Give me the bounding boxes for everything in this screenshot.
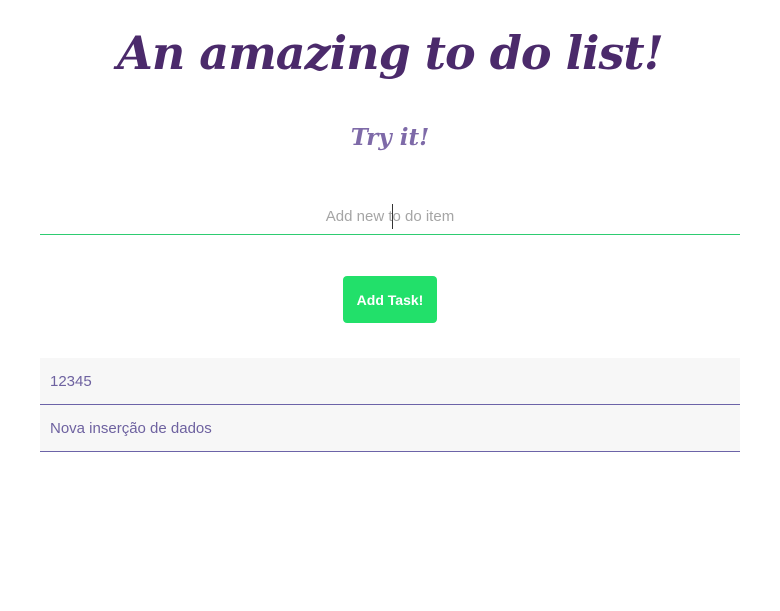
task-list: 12345 Nova inserção de dados: [40, 358, 740, 452]
todo-app: An amazing to do list! Try it! Add Task!…: [0, 0, 780, 611]
text-cursor: [392, 204, 393, 229]
page-title: An amazing to do list!: [117, 26, 664, 80]
page-subtitle: Try it!: [350, 124, 430, 151]
new-task-input[interactable]: [40, 198, 740, 235]
task-label: 12345: [50, 372, 92, 390]
task-list-item[interactable]: Nova inserção de dados: [40, 405, 740, 452]
task-label: Nova inserção de dados: [50, 419, 212, 437]
task-list-item[interactable]: 12345: [40, 358, 740, 405]
add-task-button[interactable]: Add Task!: [343, 276, 437, 323]
